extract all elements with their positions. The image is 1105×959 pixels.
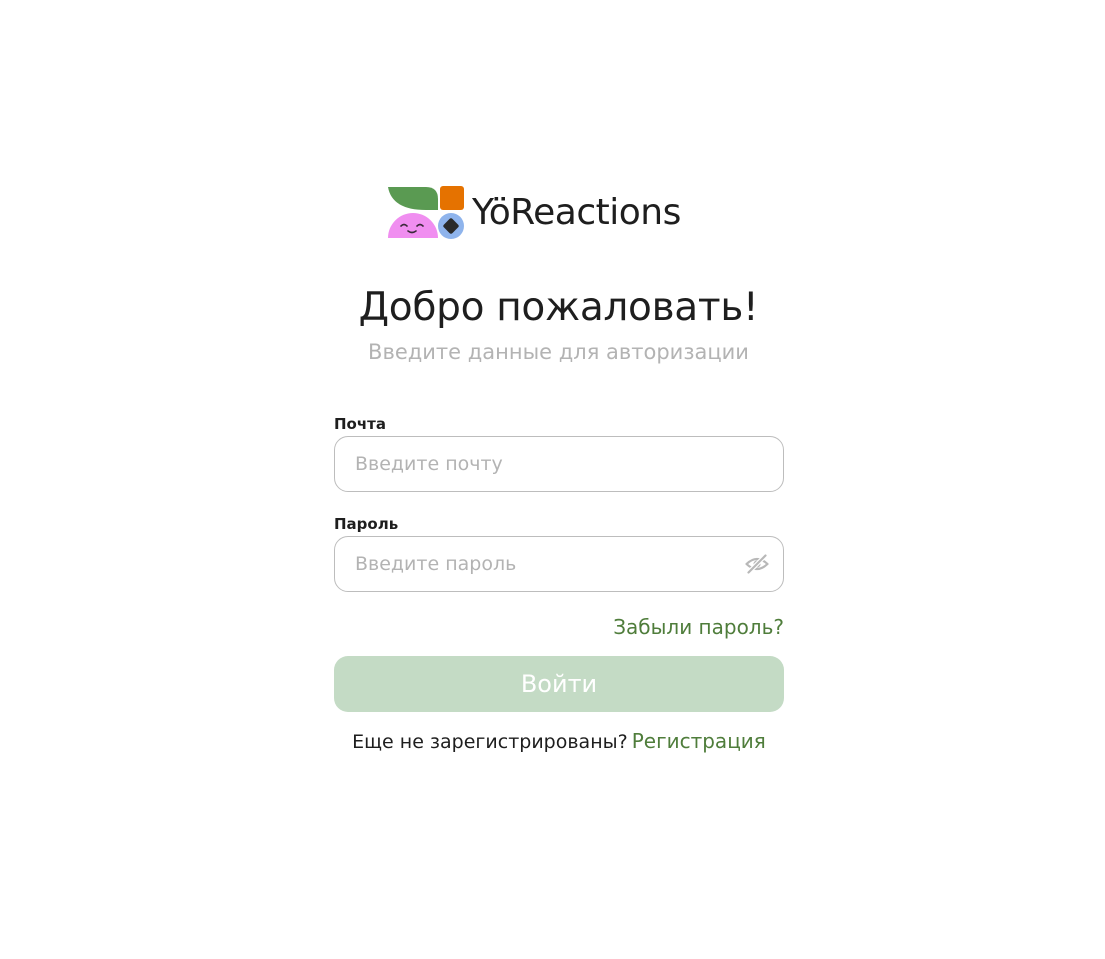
password-field[interactable] bbox=[334, 536, 784, 592]
password-field-wrap bbox=[334, 536, 784, 592]
email-field-wrap bbox=[334, 436, 784, 492]
email-field[interactable] bbox=[334, 436, 784, 492]
register-row: Еще не зарегистрированы? Регистрация bbox=[334, 728, 784, 754]
email-label: Почта bbox=[334, 415, 386, 433]
login-page: YöReactions Добро пожаловать! Введите да… bbox=[0, 0, 1105, 959]
logo-mark-icon bbox=[388, 186, 464, 239]
login-form: Почта Пароль Забыли пароль? Войти Еще не… bbox=[334, 414, 784, 754]
forgot-row: Забыли пароль? bbox=[334, 614, 784, 640]
page-title: Добро пожаловать! bbox=[358, 285, 759, 330]
login-button[interactable]: Войти bbox=[334, 656, 784, 712]
eye-off-icon[interactable] bbox=[744, 552, 770, 576]
brand-logo[interactable]: YöReactions bbox=[386, 184, 681, 240]
page-subtitle: Введите данные для авторизации bbox=[368, 340, 749, 364]
brand-name: YöReactions bbox=[472, 192, 681, 233]
forgot-password-link[interactable]: Забыли пароль? bbox=[613, 615, 784, 639]
register-prompt: Еще не зарегистрированы? bbox=[352, 731, 628, 753]
password-label: Пароль bbox=[334, 515, 399, 533]
register-link[interactable]: Регистрация bbox=[632, 729, 766, 753]
